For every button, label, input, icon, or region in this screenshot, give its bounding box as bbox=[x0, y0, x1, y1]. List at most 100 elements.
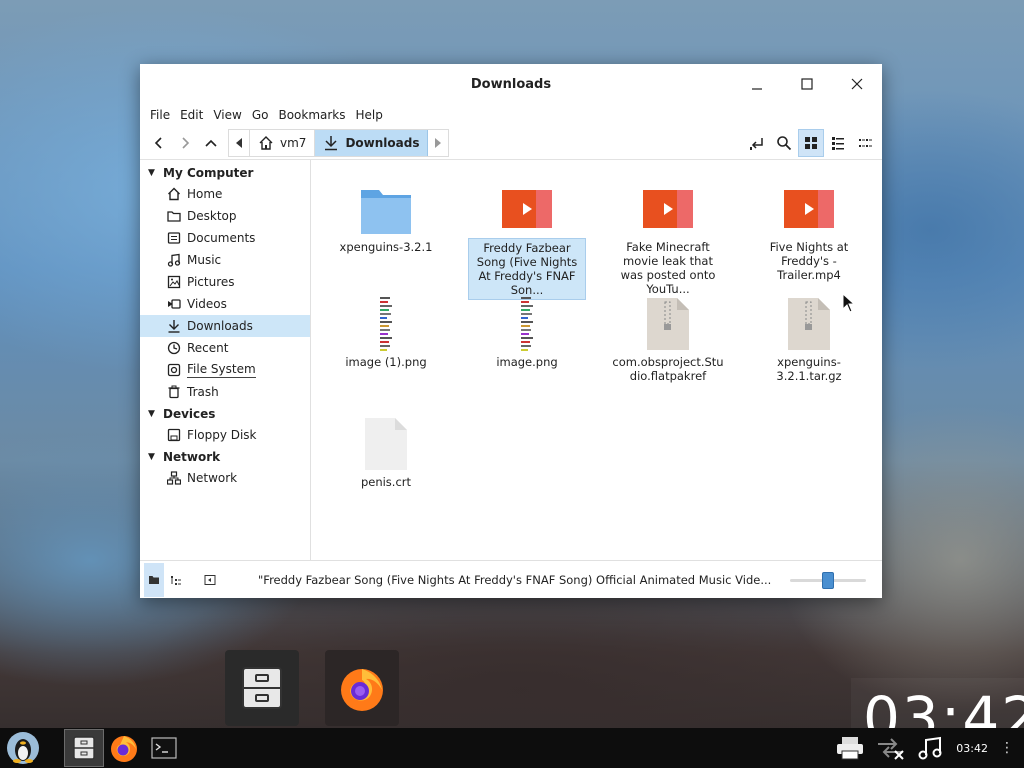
list-view-button[interactable] bbox=[825, 129, 851, 157]
menu-help[interactable]: Help bbox=[351, 108, 388, 122]
file-manager-icon bbox=[242, 667, 282, 709]
clock-icon bbox=[166, 340, 182, 356]
file-item[interactable]: Five Nights at Freddy's - Trailer.mp4 bbox=[750, 180, 868, 284]
sidebar-item-label: Pictures bbox=[187, 275, 235, 289]
network-status-button[interactable] bbox=[870, 728, 910, 768]
folder-icon bbox=[166, 208, 182, 224]
start-menu-button[interactable] bbox=[0, 728, 46, 768]
file-name: com.obsproject.Studio.flatpakref bbox=[612, 355, 724, 383]
menu-go[interactable]: Go bbox=[247, 108, 274, 122]
file-item[interactable]: image (1).png bbox=[327, 295, 445, 371]
sidebar-item-videos[interactable]: Videos bbox=[140, 293, 310, 315]
sidebar-item-desktop[interactable]: Desktop bbox=[140, 205, 310, 227]
enter-icon bbox=[750, 137, 763, 150]
chevron-up-icon bbox=[205, 139, 217, 147]
image-thumbnail-icon bbox=[327, 295, 445, 353]
sidebar: ▼ My Computer Home Desktop Documents Mus… bbox=[140, 160, 311, 560]
firefox-icon bbox=[341, 669, 383, 711]
volume-button[interactable] bbox=[910, 728, 950, 768]
file-item[interactable]: Fake Minecraft movie leak that was poste… bbox=[609, 180, 727, 298]
title-bar[interactable]: Downloads bbox=[140, 64, 882, 104]
home-icon bbox=[259, 135, 273, 150]
status-text: "Freddy Fazbear Song (Five Nights At Fre… bbox=[258, 572, 772, 587]
minimize-icon bbox=[752, 88, 762, 90]
download-icon bbox=[166, 318, 182, 334]
sidebar-item-label: Downloads bbox=[187, 319, 253, 333]
more-icon[interactable]: ⋮ bbox=[1000, 740, 1024, 756]
tray-clock[interactable]: 03:42 bbox=[950, 742, 1000, 755]
taskbar: 03:42 ⋮ bbox=[0, 728, 1024, 768]
sidebar-item-network[interactable]: Network bbox=[140, 467, 310, 489]
sidebar-item-floppy-disk[interactable]: Floppy Disk bbox=[140, 424, 310, 446]
printer-button[interactable] bbox=[830, 728, 870, 768]
file-item[interactable]: com.obsproject.Studio.flatpakref bbox=[609, 295, 727, 385]
menu-view[interactable]: View bbox=[208, 108, 246, 122]
compact-list-icon bbox=[859, 138, 872, 147]
home-icon bbox=[166, 186, 182, 202]
floppy-icon bbox=[166, 427, 182, 443]
sidebar-item-label: Recent bbox=[187, 341, 229, 355]
show-places-button[interactable] bbox=[144, 562, 164, 597]
sidebar-item-documents[interactable]: Documents bbox=[140, 227, 310, 249]
taskbar-file-manager[interactable] bbox=[64, 729, 104, 767]
zoom-slider[interactable] bbox=[790, 570, 866, 590]
minimize-button[interactable] bbox=[732, 64, 782, 104]
sidebar-item-music[interactable]: Music bbox=[140, 249, 310, 271]
forward-button[interactable] bbox=[172, 129, 198, 157]
show-tree-button[interactable] bbox=[166, 563, 186, 597]
sidebar-item-label: Documents bbox=[187, 231, 256, 245]
document-icon bbox=[166, 230, 182, 246]
expand-triangle-icon: ▼ bbox=[148, 167, 155, 178]
zoom-slider-knob[interactable] bbox=[822, 571, 834, 589]
breadcrumb-home[interactable]: vm7 bbox=[250, 129, 316, 156]
breadcrumb-right-arrow[interactable] bbox=[428, 130, 448, 156]
sidebar-item-label: Home bbox=[187, 187, 223, 201]
sidebar-section-title: My Computer bbox=[163, 165, 254, 180]
sidebar-item-file-system[interactable]: File System bbox=[140, 359, 310, 381]
taskbar-terminal[interactable] bbox=[144, 728, 184, 768]
sidebar-section-network[interactable]: ▼ Network bbox=[140, 446, 310, 467]
music-note-icon bbox=[918, 736, 942, 760]
mouse-cursor-icon bbox=[842, 293, 854, 313]
dock-file-manager[interactable] bbox=[225, 650, 299, 726]
menu-file[interactable]: File bbox=[145, 108, 175, 122]
close-button[interactable] bbox=[832, 64, 882, 104]
tree-icon bbox=[171, 575, 181, 585]
breadcrumb-downloads[interactable]: Downloads bbox=[315, 129, 429, 156]
file-item[interactable]: penis.crt bbox=[327, 415, 445, 491]
breadcrumb-label: Downloads bbox=[345, 135, 420, 150]
sidebar-item-downloads[interactable]: Downloads bbox=[140, 315, 310, 337]
printer-icon bbox=[837, 737, 864, 760]
hide-sidebar-button[interactable] bbox=[200, 563, 220, 597]
desktop-clock: 03:42 bbox=[851, 678, 1024, 730]
sidebar-item-pictures[interactable]: Pictures bbox=[140, 271, 310, 293]
sidebar-item-home[interactable]: Home bbox=[140, 183, 310, 205]
maximize-icon bbox=[801, 78, 813, 90]
sidebar-item-trash[interactable]: Trash bbox=[140, 381, 310, 403]
taskbar-firefox[interactable] bbox=[104, 728, 144, 768]
location-toggle-button[interactable] bbox=[744, 129, 770, 157]
sidebar-item-label: Network bbox=[187, 471, 238, 485]
compact-view-button[interactable] bbox=[852, 129, 878, 157]
menu-bookmarks[interactable]: Bookmarks bbox=[273, 108, 350, 122]
expand-triangle-icon: ▼ bbox=[148, 451, 155, 462]
sidebar-item-recent[interactable]: Recent bbox=[140, 337, 310, 359]
maximize-button[interactable] bbox=[782, 64, 832, 104]
linux-penguin-icon bbox=[7, 732, 39, 764]
back-button[interactable] bbox=[146, 129, 172, 157]
download-icon bbox=[325, 135, 338, 150]
menu-edit[interactable]: Edit bbox=[175, 108, 208, 122]
breadcrumb-left-arrow[interactable] bbox=[229, 129, 250, 156]
search-button[interactable] bbox=[771, 129, 797, 157]
network-icon bbox=[166, 470, 182, 486]
sidebar-section-my-computer[interactable]: ▼ My Computer bbox=[140, 162, 310, 183]
file-item[interactable]: Freddy Fazbear Song (Five Nights At Fred… bbox=[468, 180, 586, 300]
file-item[interactable]: image.png bbox=[468, 295, 586, 371]
sidebar-section-devices[interactable]: ▼ Devices bbox=[140, 403, 310, 424]
up-button[interactable] bbox=[198, 129, 224, 157]
drive-icon bbox=[166, 362, 182, 378]
status-bar: "Freddy Fazbear Song (Five Nights At Fre… bbox=[140, 560, 882, 598]
icon-view-button[interactable] bbox=[798, 128, 824, 157]
file-item[interactable]: xpenguins-3.2.1 bbox=[327, 180, 445, 256]
dock-firefox[interactable] bbox=[325, 650, 399, 726]
